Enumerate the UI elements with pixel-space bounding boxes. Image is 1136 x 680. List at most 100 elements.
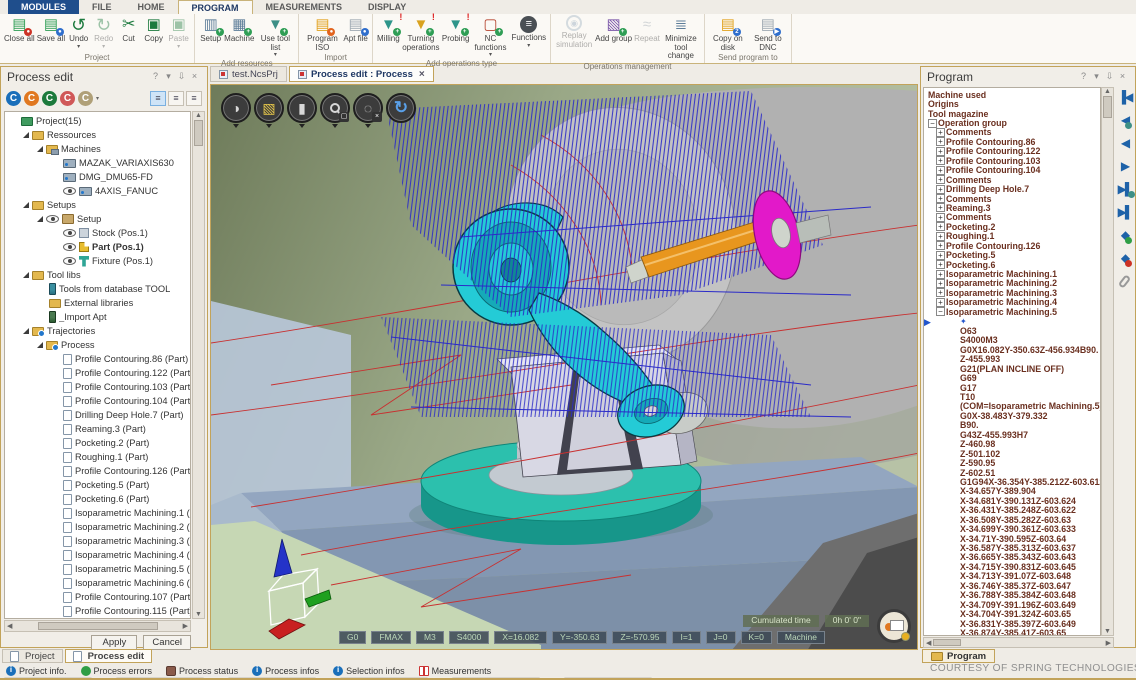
expand-plus-icon[interactable]: + xyxy=(936,279,945,288)
gcode-line[interactable]: X-34.71Y-390.595Z-603.64 xyxy=(926,534,1100,543)
tree-item-dmg-dmu65-fd[interactable]: DMG_DMU65-FD xyxy=(5,170,190,184)
program-node-drilling-deep-hole-7[interactable]: +Drilling Deep Hole.7 xyxy=(926,184,1100,193)
program-hscrollbar[interactable]: ◀▶ xyxy=(923,637,1114,648)
tree-item-import-apt[interactable]: _Import Apt xyxy=(5,310,190,324)
program-node-machine-used[interactable]: Machine used xyxy=(926,90,1100,99)
viewport-tool-refresh-rotate[interactable]: ↻ xyxy=(386,93,416,123)
tree-item-fixture-pos-1[interactable]: Fixture (Pos.1) xyxy=(5,254,190,268)
program-node-reaming-3[interactable]: +Reaming.3 xyxy=(926,203,1100,212)
tree-item-isoparametric-machining-5-part[interactable]: Isoparametric Machining.5 (Part) xyxy=(5,562,190,576)
tree-item-tool-libs[interactable]: Tool libs xyxy=(5,268,190,282)
probing-button[interactable]: ▼!+Probing xyxy=(441,15,471,44)
minimize-tool-change-button[interactable]: ≣Minimize tool change xyxy=(661,15,701,61)
project-tree-vscrollbar[interactable]: ▲▼ xyxy=(192,111,205,619)
expand-plus-icon[interactable]: + xyxy=(936,203,945,212)
tree-item-setup[interactable]: Setup xyxy=(5,212,190,226)
tree-item-profile-contouring-115-part[interactable]: Profile Contouring.115 (Part) xyxy=(5,604,190,618)
viewport-tool-solid-view[interactable]: ▧ xyxy=(254,93,284,128)
expander-icon[interactable] xyxy=(37,146,43,152)
gcode-line[interactable]: G43Z-455.993H7 xyxy=(926,430,1100,439)
tree-item-pocketing-5-part[interactable]: Pocketing.5 (Part) xyxy=(5,478,190,492)
toolbar-c-yellow-icon[interactable]: C xyxy=(78,91,93,106)
functions-button[interactable]: ≡Functions▾ xyxy=(510,15,547,49)
gcode-line[interactable]: O63 xyxy=(926,326,1100,335)
cancel-button[interactable]: Cancel xyxy=(143,635,191,650)
dropdown-arrow-icon[interactable]: ▾ xyxy=(96,95,99,102)
3d-viewport[interactable]: ◑▧▮▢◌×↻ G0FMAXM3S4000X=16.082Y=-350.63Z=… xyxy=(210,84,918,650)
program-node-comments[interactable]: +Comments xyxy=(926,194,1100,203)
tree-item-drilling-deep-hole-7-part[interactable]: Drilling Deep Hole.7 (Part) xyxy=(5,408,190,422)
program-node-isoparametric-machining-4[interactable]: +Isoparametric Machining.4 xyxy=(926,298,1100,307)
viewport-tool-selection-off[interactable]: ◌× xyxy=(353,93,383,128)
ribbon-tab-measurements[interactable]: MEASUREMENTS xyxy=(253,0,356,14)
play-fwd-icon[interactable]: ▶ xyxy=(1121,160,1128,172)
tree-item-part-pos-1[interactable]: Part (Pos.1) xyxy=(5,240,190,254)
gcode-line[interactable]: G17 xyxy=(926,383,1100,392)
tool-rem-icon[interactable]: ◆ xyxy=(1121,252,1128,264)
bottom-tab-project[interactable]: Project xyxy=(2,649,63,663)
tree-item-roughing-1-part[interactable]: Roughing.1 (Part) xyxy=(5,450,190,464)
redo-button[interactable]: ↻Redo▾ xyxy=(91,15,116,50)
viewport-3d-scene[interactable] xyxy=(211,85,918,650)
paste-button[interactable]: ▣Paste▾ xyxy=(166,15,191,50)
viewport-tool-view-orientation[interactable]: ◑ xyxy=(221,93,251,128)
scroll-thumb[interactable] xyxy=(1103,96,1112,118)
program-bottom-tab[interactable]: Program xyxy=(922,649,995,663)
visibility-eye-icon[interactable] xyxy=(63,243,76,251)
tree-item-isoparametric-machining-2-part[interactable]: Isoparametric Machining.2 (Part) xyxy=(5,520,190,534)
turning-operations-button[interactable]: ▼!+Turning operations xyxy=(401,15,441,52)
scroll-thumb[interactable] xyxy=(38,622,158,630)
copy-on-disk-button[interactable]: ▤2Copy on disk xyxy=(708,15,748,52)
gcode-line[interactable]: G0X16.082Y-350.63Z-456.934B90. xyxy=(926,345,1100,354)
ribbon-tab-modules[interactable]: MODULES xyxy=(8,0,79,14)
pin-icon[interactable]: ⇩ xyxy=(1103,72,1116,81)
scroll-thumb[interactable] xyxy=(194,120,203,146)
expand-plus-icon[interactable]: + xyxy=(936,232,945,241)
expander-icon[interactable] xyxy=(23,272,29,278)
tree-item-stock-pos-1[interactable]: Stock (Pos.1) xyxy=(5,226,190,240)
bottom-tab-process-edit[interactable]: Process edit xyxy=(65,649,153,663)
add-group-button[interactable]: ▧+Add group xyxy=(594,15,633,44)
status-item-selection-infos[interactable]: Selection infos xyxy=(333,666,405,676)
collapse-minus-icon[interactable]: − xyxy=(928,119,937,128)
gcode-line[interactable]: S4000M3 xyxy=(926,335,1100,344)
program-node-isoparametric-machining-1[interactable]: +Isoparametric Machining.1 xyxy=(926,269,1100,278)
program-node-profile-contouring-103[interactable]: +Profile Contouring.103 xyxy=(926,156,1100,165)
nc-functions-button[interactable]: ▢+NC functions▾ xyxy=(470,15,510,58)
gcode-line[interactable]: X-36.788Y-385.384Z-603.648 xyxy=(926,590,1100,599)
apt-file-button[interactable]: ▤●Apt file xyxy=(342,15,368,44)
collapse-icon[interactable]: ▾ xyxy=(162,72,175,81)
tree-item-trajectories[interactable]: Trajectories xyxy=(5,324,190,338)
expand-plus-icon[interactable]: + xyxy=(936,194,945,203)
ribbon-tab-home[interactable]: HOME xyxy=(125,0,178,14)
program-vscrollbar[interactable]: ▲▼ xyxy=(1101,87,1114,636)
expander-icon[interactable] xyxy=(23,202,29,208)
gcode-line[interactable]: Z-460.98 xyxy=(926,439,1100,448)
status-item-process-errors[interactable]: Process errors xyxy=(81,666,153,676)
program-node-comments[interactable]: +Comments xyxy=(926,175,1100,184)
selection-off-icon[interactable]: ◌× xyxy=(353,93,383,123)
gcode-line[interactable]: X-34.715Y-390.831Z-603.645 xyxy=(926,562,1100,571)
cut-button[interactable]: ✂Cut xyxy=(116,15,141,44)
tree-item-isoparametric-machining-6-part[interactable]: Isoparametric Machining.6 (Part) xyxy=(5,576,190,590)
view-mode-button-1[interactable]: ≡ xyxy=(150,91,166,106)
program-node-isoparametric-machining-5[interactable]: −Isoparametric Machining.5 xyxy=(926,307,1100,316)
visibility-eye-icon[interactable] xyxy=(63,257,76,265)
scroll-thumb[interactable] xyxy=(933,639,961,646)
gcode-line[interactable]: X-34.709Y-391.196Z-603.649 xyxy=(926,600,1100,609)
expand-plus-icon[interactable]: + xyxy=(936,185,945,194)
gcode-line[interactable]: X-34.699Y-390.361Z-603.633 xyxy=(926,524,1100,533)
visibility-eye-icon[interactable] xyxy=(46,215,59,223)
zoom-tools-icon[interactable]: ▢ xyxy=(320,93,350,123)
ribbon-tab-program[interactable]: PROGRAM xyxy=(178,0,253,14)
gcode-line[interactable]: G0X-38.483Y-379.332 xyxy=(926,411,1100,420)
machine-button[interactable]: ▦+Machine xyxy=(223,15,255,44)
attachment-icon[interactable] xyxy=(1118,274,1132,289)
go-last-icon[interactable]: ▶▌ xyxy=(1118,206,1132,218)
toolbar-c-orange-icon[interactable]: C xyxy=(24,91,39,106)
view-orientation-icon[interactable]: ◑ xyxy=(221,93,251,123)
play-back-icon[interactable]: ◀ xyxy=(1121,137,1128,149)
project-tree-hscrollbar[interactable]: ◀▶ xyxy=(4,620,191,632)
tree-item-reaming-3-part[interactable]: Reaming.3 (Part) xyxy=(5,422,190,436)
expand-plus-icon[interactable]: + xyxy=(936,251,945,260)
